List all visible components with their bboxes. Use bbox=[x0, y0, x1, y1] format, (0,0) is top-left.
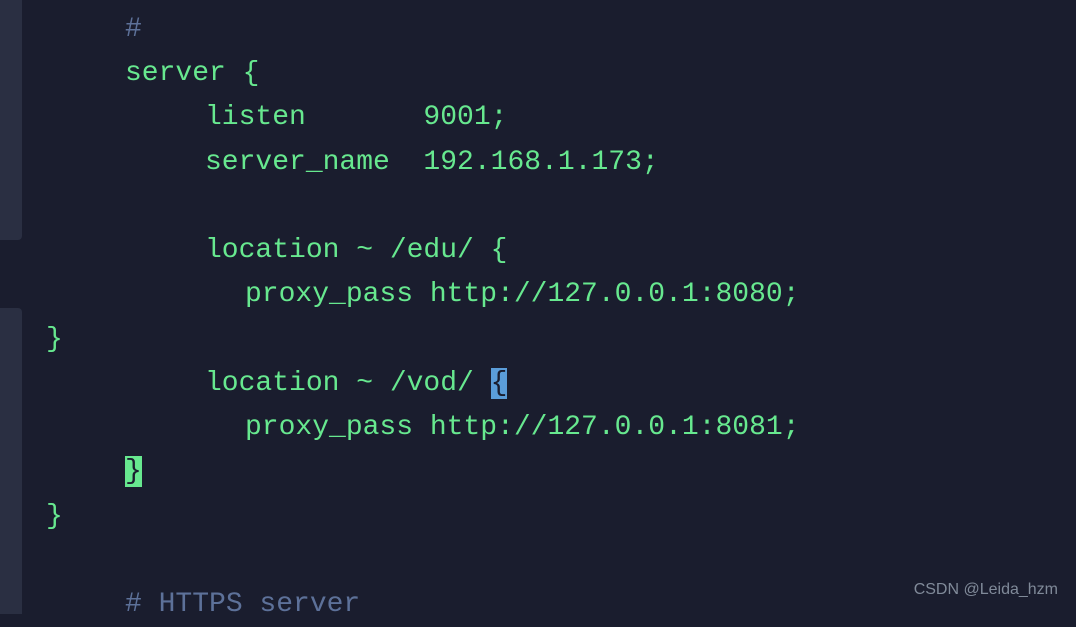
code-line[interactable]: # bbox=[0, 8, 1076, 52]
code-token: proxy_pass http://127.0.0.1:8081; bbox=[245, 412, 800, 443]
code-line[interactable] bbox=[0, 185, 1076, 229]
watermark: CSDN @Leida_hzm bbox=[914, 577, 1058, 602]
gutter-stub-bottom bbox=[0, 308, 22, 614]
code-token: server { bbox=[125, 58, 259, 89]
code-token: listen 9001; bbox=[205, 102, 507, 133]
cursor: { bbox=[491, 368, 508, 399]
code-line[interactable]: proxy_pass http://127.0.0.1:8081; bbox=[0, 406, 1076, 450]
code-editor[interactable]: # server { listen 9001; server_name 192.168… bbox=[0, 0, 1076, 627]
code-line[interactable]: server { bbox=[0, 52, 1076, 96]
code-line[interactable]: server_name 192.168.1.173; bbox=[0, 141, 1076, 185]
code-token: # bbox=[125, 14, 142, 45]
code-line[interactable]: } bbox=[0, 495, 1076, 539]
code-token: } bbox=[46, 324, 63, 355]
code-token: proxy_pass http://127.0.0.1:8080; bbox=[245, 279, 800, 310]
matching-brace: } bbox=[125, 456, 142, 487]
code-line[interactable]: } bbox=[0, 318, 1076, 362]
code-line[interactable]: listen 9001; bbox=[0, 96, 1076, 140]
code-line[interactable]: location ~ /edu/ { bbox=[0, 229, 1076, 273]
code-line[interactable]: proxy_pass http://127.0.0.1:8080; bbox=[0, 273, 1076, 317]
gutter-stub-top bbox=[0, 0, 22, 240]
code-token: location ~ /vod/ bbox=[205, 368, 491, 399]
code-line[interactable]: } bbox=[0, 450, 1076, 494]
code-line[interactable]: location ~ /vod/ { bbox=[0, 362, 1076, 406]
code-token: # HTTPS server bbox=[125, 589, 360, 620]
code-token: location ~ /edu/ { bbox=[205, 235, 507, 266]
code-token: server_name 192.168.1.173; bbox=[205, 147, 659, 178]
code-token: } bbox=[46, 501, 63, 532]
